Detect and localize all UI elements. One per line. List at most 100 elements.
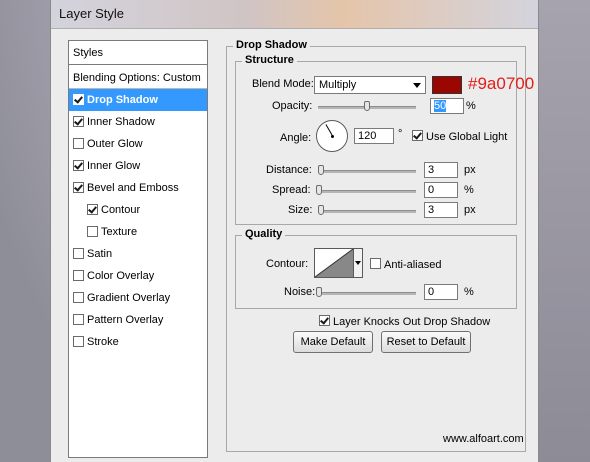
size-input[interactable]: 3 [424,202,458,218]
size-value: 3 [428,204,435,216]
style-item-checkbox[interactable] [73,248,84,259]
blend-mode-label: Blend Mode: [252,78,314,90]
angle-input[interactable]: 120 [354,128,394,144]
style-item-label: Drop Shadow [87,94,158,106]
layer-style-dialog: Layer Style Styles Blending Options: Cus… [50,0,539,462]
style-item-checkbox[interactable] [73,116,84,127]
style-item-checkbox[interactable] [73,138,84,149]
distance-input[interactable]: 3 [424,162,458,178]
chevron-down-icon [355,261,361,265]
noise-slider[interactable] [318,292,416,295]
distance-value: 3 [428,164,435,176]
style-item-checkbox[interactable] [87,226,98,237]
style-item-label: Pattern Overlay [87,314,164,326]
style-item[interactable]: Inner Shadow [69,111,207,133]
spread-label: Spread: [272,184,311,196]
opacity-value: 50 [434,100,447,112]
opacity-slider-handle[interactable] [364,101,370,111]
structure-title: Structure [242,54,297,66]
style-item[interactable]: Bevel and Emboss [69,177,207,199]
angle-value: 120 [358,130,377,142]
contour-preview[interactable] [314,248,354,278]
distance-label: Distance: [266,164,312,176]
spread-value: 0 [428,184,435,196]
color-annotation: #9a0700 [468,74,535,93]
noise-input[interactable]: 0 [424,284,458,300]
style-item-checkbox[interactable] [73,182,84,193]
style-item[interactable]: Gradient Overlay [69,287,207,309]
style-item-label: Bevel and Emboss [87,182,179,194]
style-item[interactable]: Drop Shadow [69,89,207,111]
style-item-label: Outer Glow [87,138,143,150]
watermark-text: www.alfoart.com [443,433,524,445]
knockout-label: Layer Knocks Out Drop Shadow [333,316,491,328]
style-item-label: Inner Shadow [87,116,155,128]
style-item-checkbox[interactable] [73,270,84,281]
style-item-label: Stroke [87,336,119,348]
use-global-light-checkbox[interactable] [412,130,423,141]
noise-unit: % [464,286,474,298]
style-item-checkbox[interactable] [87,204,98,215]
style-item[interactable]: Inner Glow [69,155,207,177]
contour-dropdown-button[interactable] [354,248,363,278]
style-item[interactable]: Satin [69,243,207,265]
make-default-button[interactable]: Make Default [293,331,373,353]
shadow-color-swatch[interactable] [432,76,462,94]
canvas-background-right [539,0,590,462]
style-item-label: Contour [101,204,141,216]
angle-dial[interactable] [316,120,348,152]
blending-options-item[interactable]: Blending Options: Custom [69,67,207,89]
reset-to-default-button[interactable]: Reset to Default [381,331,471,353]
angle-center-icon [331,135,334,138]
noise-value: 0 [428,286,435,298]
window-title: Layer Style [59,6,125,21]
drop-shadow-title: Drop Shadow [233,39,310,51]
knockout-checkbox[interactable] [319,315,330,326]
title-bar[interactable]: Layer Style [51,0,538,29]
style-item-checkbox[interactable] [73,336,84,347]
style-item-label: Color Overlay [87,270,155,282]
noise-label: Noise: [284,286,316,298]
anti-aliased-checkbox[interactable] [370,258,381,269]
spread-input[interactable]: 0 [424,182,458,198]
style-item-checkbox[interactable] [73,160,84,171]
blend-mode-value: Multiply [319,79,357,91]
style-item[interactable]: Pattern Overlay [69,309,207,331]
quality-group: Quality Contour: Anti-aliased Noise: 0 % [235,228,517,309]
quality-title: Quality [242,228,286,240]
styles-list: Styles Blending Options: Custom Drop Sha… [68,40,208,458]
use-global-light-label: Use Global Light [426,131,508,143]
style-item[interactable]: Outer Glow [69,133,207,155]
style-item-checkbox[interactable] [73,94,84,105]
distance-slider[interactable] [318,170,416,173]
angle-unit: ° [398,128,403,140]
noise-slider-handle[interactable] [316,287,322,297]
style-item-checkbox[interactable] [73,292,84,303]
style-item[interactable]: Stroke [69,331,207,353]
structure-group: Structure Blend Mode: Multiply #9a0700 O… [235,54,534,225]
style-item-label: Satin [87,248,113,260]
style-item-label: Inner Glow [87,160,141,172]
style-item-label: Gradient Overlay [87,292,171,304]
drop-shadow-group: Drop Shadow Structure Blend Mode: Multip… [226,39,534,452]
style-item[interactable]: Contour [69,199,207,221]
spread-slider-handle[interactable] [316,185,322,195]
style-item-label: Texture [101,226,138,238]
style-item-checkbox[interactable] [73,314,84,325]
size-unit: px [464,204,476,216]
angle-label: Angle: [280,132,312,144]
opacity-unit: % [466,100,476,112]
distance-unit: px [464,164,476,176]
distance-slider-handle[interactable] [318,165,324,175]
blend-mode-select[interactable]: Multiply [314,76,426,94]
opacity-input[interactable]: 50 [430,98,464,114]
style-item[interactable]: Color Overlay [69,265,207,287]
size-slider[interactable] [318,210,416,213]
size-label: Size: [288,204,313,216]
size-slider-handle[interactable] [318,205,324,215]
contour-curve-icon [315,249,353,277]
style-item[interactable]: Texture [69,221,207,243]
opacity-label: Opacity: [272,100,313,112]
styles-header[interactable]: Styles [69,41,207,65]
spread-slider[interactable] [318,190,416,193]
